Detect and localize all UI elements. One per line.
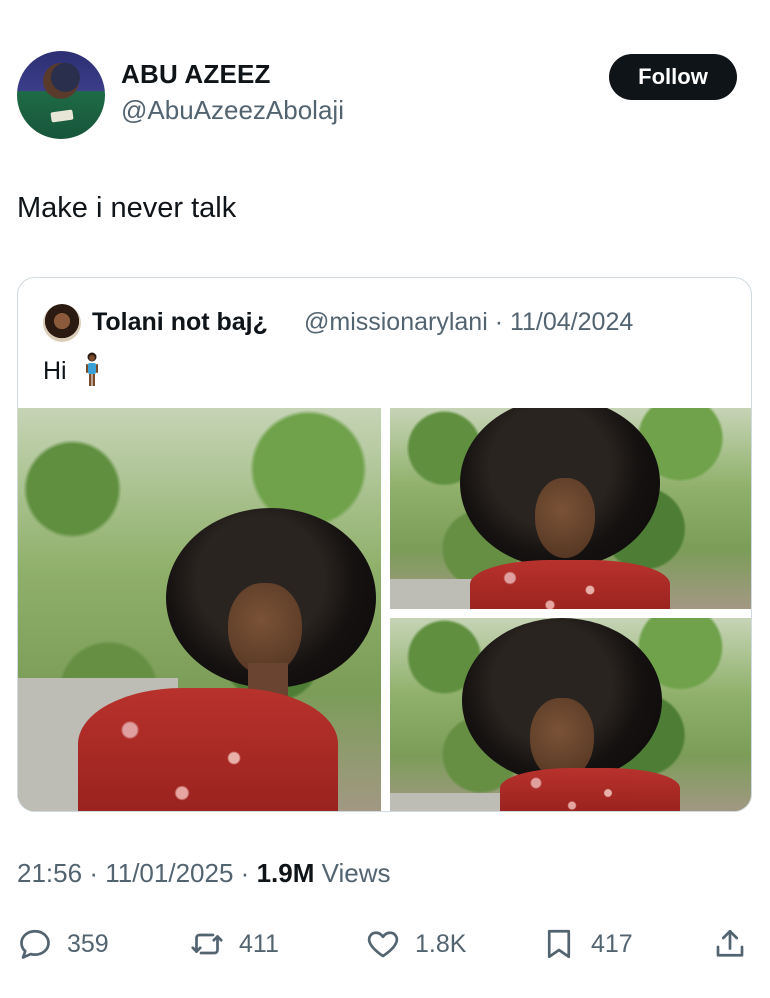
repost-count: 411	[239, 929, 279, 958]
bookmark-count: 417	[591, 929, 633, 958]
repost-button[interactable]: 411	[189, 920, 279, 968]
tweet-meta: 21:56 · 11/01/2025 · 1.9M Views	[17, 858, 391, 889]
tweet-date[interactable]: 11/01/2025	[105, 858, 233, 888]
author-avatar[interactable]	[17, 51, 105, 139]
tweet-actions: 359 411 1.8K 417	[17, 920, 752, 968]
author-display-name[interactable]: ABU AZEEZ	[121, 59, 271, 90]
quoted-author-handle-date: @missionarylani · 11/04/2024	[304, 308, 634, 336]
share-button[interactable]	[712, 920, 748, 968]
like-count: 1.8K	[415, 929, 467, 958]
meta-separator: ·	[240, 858, 250, 888]
tweet-header: ABU AZEEZ @AbuAzeezAbolaji Follow	[17, 51, 737, 139]
reply-icon	[20, 929, 50, 959]
repost-icon	[191, 933, 223, 955]
reply-button[interactable]: 359	[17, 920, 109, 968]
tweet-time[interactable]: 21:56	[17, 858, 82, 888]
bookmark-icon	[547, 929, 571, 959]
quoted-tweet-text: Hi	[43, 357, 67, 385]
tweet-text: Make i never talk	[17, 192, 237, 224]
quoted-author-avatar	[43, 304, 81, 342]
views-count: 1.9M	[256, 858, 315, 888]
like-button[interactable]: 1.8K	[365, 920, 466, 968]
person-standing-emoji-icon	[86, 352, 98, 386]
quoted-media-image-2[interactable]	[390, 408, 751, 609]
follow-button[interactable]: Follow	[609, 54, 737, 100]
author-handle[interactable]: @AbuAzeezAbolaji	[121, 95, 344, 126]
quoted-media-image-3[interactable]	[390, 618, 751, 811]
heart-icon	[367, 931, 399, 958]
share-icon	[716, 929, 744, 957]
quoted-media-image-1[interactable]	[18, 408, 381, 811]
quoted-tweet[interactable]: Tolani not baj¿ @missionarylani · 11/04/…	[17, 277, 752, 812]
reply-count: 359	[67, 929, 109, 958]
bookmark-button[interactable]: 417	[541, 920, 633, 968]
quoted-author-name: Tolani not baj¿	[92, 308, 268, 336]
meta-separator: ·	[89, 858, 98, 888]
views-label: Views	[321, 858, 391, 888]
